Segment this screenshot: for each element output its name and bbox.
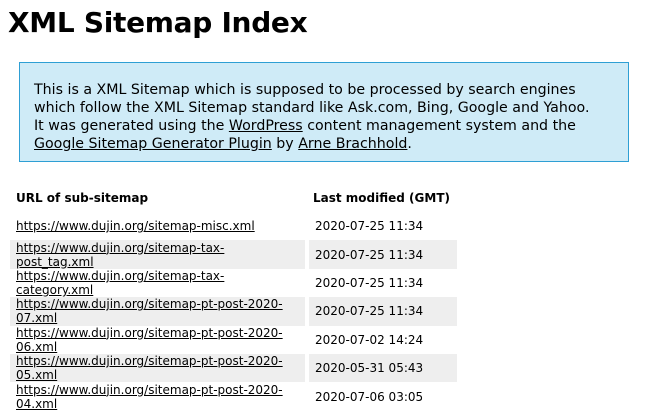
sub-sitemap-link[interactable]: https://www.dujin.org/sitemap-tax-catego… <box>16 269 224 297</box>
table-row: https://www.dujin.org/sitemap-pt-post-20… <box>10 353 457 383</box>
sub-sitemap-link[interactable]: https://www.dujin.org/sitemap-pt-post-20… <box>16 326 283 354</box>
url-cell: https://www.dujin.org/sitemap-tax-catego… <box>10 268 309 298</box>
url-cell: https://www.dujin.org/sitemap-pt-post-20… <box>10 325 309 354</box>
sub-sitemap-link[interactable]: https://www.dujin.org/sitemap-pt-post-20… <box>16 383 283 411</box>
intro-line-1: This is a XML Sitemap which is supposed … <box>34 82 590 116</box>
url-cell: https://www.dujin.org/sitemap-pt-post-20… <box>10 382 309 411</box>
modified-cell: 2020-07-25 11:34 <box>315 275 424 290</box>
modified-cell: 2020-07-25 11:34 <box>315 219 424 234</box>
url-cell: https://www.dujin.org/sitemap-pt-post-20… <box>10 297 309 326</box>
modified-cell: 2020-07-25 11:34 <box>307 240 457 269</box>
modified-cell: 2020-07-06 03:05 <box>315 389 424 404</box>
intro-box: This is a XML Sitemap which is supposed … <box>19 62 629 162</box>
wordpress-link[interactable]: WordPress <box>229 118 303 134</box>
intro-end: . <box>407 136 412 152</box>
table-row: https://www.dujin.org/sitemap-pt-post-20… <box>10 382 457 411</box>
table-header-row: URL of sub-sitemap Last modified (GMT) <box>10 184 457 212</box>
table-row: https://www.dujin.org/sitemap-pt-post-20… <box>10 325 457 354</box>
table-row: https://www.dujin.org/sitemap-pt-post-20… <box>10 297 457 326</box>
url-cell: https://www.dujin.org/sitemap-tax-post_t… <box>10 240 309 269</box>
sub-sitemap-link[interactable]: https://www.dujin.org/sitemap-pt-post-20… <box>16 297 283 325</box>
table-row: https://www.dujin.org/sitemap-tax-post_t… <box>10 240 457 269</box>
author-link[interactable]: Arne Brachhold <box>298 136 407 152</box>
url-cell: https://www.dujin.org/sitemap-misc.xml <box>10 212 309 241</box>
intro-by: by <box>271 136 299 152</box>
table-body: https://www.dujin.org/sitemap-misc.xml 20… <box>10 212 457 411</box>
table-row: https://www.dujin.org/sitemap-misc.xml 20… <box>10 212 457 241</box>
modified-cell: 2020-07-02 14:24 <box>315 332 424 347</box>
table-row: https://www.dujin.org/sitemap-tax-catego… <box>10 268 457 298</box>
sitemap-table: URL of sub-sitemap Last modified (GMT) h… <box>10 184 457 411</box>
plugin-link[interactable]: Google Sitemap Generator Plugin <box>34 136 272 152</box>
page-title: XML Sitemap Index <box>8 6 308 39</box>
sub-sitemap-link[interactable]: https://www.dujin.org/sitemap-pt-post-20… <box>16 354 283 382</box>
intro-line-2-middle: content management system and the <box>302 118 576 134</box>
modified-cell: 2020-05-31 05:43 <box>307 353 457 383</box>
header-url: URL of sub-sitemap <box>16 191 149 205</box>
intro-line-2-prefix: It was generated using the <box>34 118 229 134</box>
modified-cell: 2020-07-25 11:34 <box>307 297 457 326</box>
url-cell: https://www.dujin.org/sitemap-pt-post-20… <box>10 353 309 383</box>
header-modified: Last modified (GMT) <box>313 191 450 205</box>
sub-sitemap-link[interactable]: https://www.dujin.org/sitemap-tax-post_t… <box>16 241 224 269</box>
sub-sitemap-link[interactable]: https://www.dujin.org/sitemap-misc.xml <box>16 219 255 233</box>
